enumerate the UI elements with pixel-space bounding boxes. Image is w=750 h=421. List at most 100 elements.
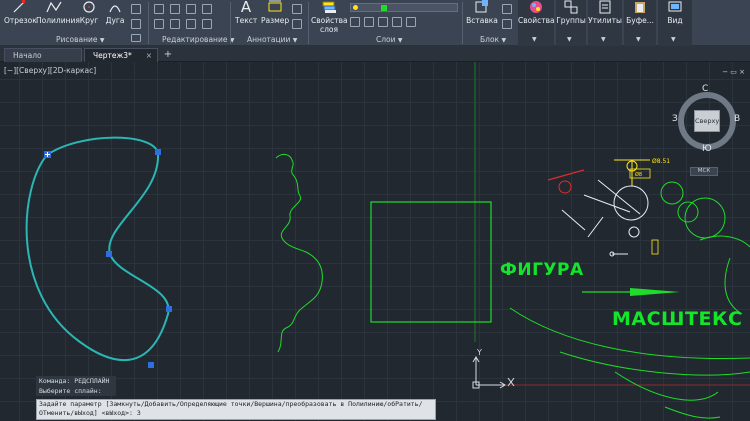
layer-color-icon <box>381 5 387 11</box>
viewcube-south[interactable]: Ю <box>702 144 712 154</box>
rectangle-icon[interactable] <box>131 4 141 14</box>
line-tool[interactable]: Отрезок <box>4 0 37 34</box>
viewcube-north[interactable]: С <box>702 84 708 94</box>
viewcube[interactable]: Сверху С Ю З В <box>672 84 742 156</box>
dimension-tool-label: Размер <box>261 16 290 25</box>
caret-down-icon: ▼ <box>501 37 507 44</box>
arc-tool[interactable]: Дуга <box>104 0 126 34</box>
layer-properties-label-2: слоя <box>319 25 339 34</box>
polyline-tool[interactable]: Полилиния <box>36 0 80 34</box>
utilities-tool[interactable]: Утилиты ▼ <box>588 0 622 46</box>
polyline-tool-label: Полилиния <box>36 16 80 25</box>
trim-icon[interactable] <box>186 4 196 14</box>
circle-icon <box>78 0 100 14</box>
polyline-icon <box>36 0 72 14</box>
grip-point[interactable] <box>166 306 172 312</box>
close-icon[interactable]: × <box>146 51 152 60</box>
insert-block-label: Вставка <box>466 16 498 25</box>
text-icon: A <box>240 0 252 16</box>
ucs-y-label: Y <box>476 348 482 357</box>
command-input[interactable]: Задайте параметр [Замкнуть/Добавить/Опре… <box>36 399 436 420</box>
tab-drawing3[interactable]: Чертеж3* × <box>84 48 158 62</box>
caret-down-icon: ▼ <box>636 36 641 43</box>
layer-properties-tool[interactable]: Свойства слоя <box>311 0 348 34</box>
layers-panel-title[interactable]: Слои ▼ <box>376 34 403 46</box>
tab-start[interactable]: Начало <box>4 48 82 62</box>
text-tool-label: Текст <box>235 16 258 25</box>
tab-start-label: Начало <box>13 51 42 60</box>
properties-tool[interactable]: Свойства ▼ <box>518 0 555 46</box>
calculator-icon <box>588 0 622 14</box>
dimension-label-small: Ø8 <box>635 171 642 178</box>
annotation-panel-title[interactable]: Аннотации ▼ <box>247 34 297 46</box>
layer-match-icon[interactable] <box>406 17 416 27</box>
line-icon <box>4 0 34 14</box>
layer-freeze-icon[interactable] <box>378 17 388 27</box>
fillet-icon[interactable] <box>186 19 196 29</box>
groups-tool-label: Группы <box>556 16 586 25</box>
caret-down-icon: ▼ <box>601 36 606 43</box>
block-panel-title[interactable]: Блок ▼ <box>480 34 506 46</box>
layer-properties-label-1: Свойства <box>311 16 348 25</box>
clipboard-icon <box>624 0 656 14</box>
insert-block-tool[interactable]: Вставка <box>466 0 498 34</box>
command-history-line: Выберите сплайн: <box>36 386 116 396</box>
grip-point[interactable] <box>148 362 154 368</box>
text-tool[interactable]: A Текст <box>235 0 257 34</box>
tab-drawing3-label: Чертеж3* <box>93 51 132 60</box>
utilities-tool-label: Утилиты <box>588 16 622 25</box>
drawing-geometry[interactable]: Ø8.51 Ø8 Y <box>0 62 750 421</box>
grip-point[interactable] <box>106 251 112 257</box>
rectangle-shape[interactable] <box>370 201 492 323</box>
view-tool-label: Вид <box>667 16 683 25</box>
command-prompt-line-1: Задайте параметр [Замкнуть/Добавить/Опре… <box>39 400 423 408</box>
copy-icon[interactable] <box>154 19 164 29</box>
properties-tool-label: Свойства <box>518 16 555 25</box>
grip-point[interactable] <box>155 149 161 155</box>
caret-down-icon: ▼ <box>397 37 403 44</box>
arc-icon <box>104 0 126 14</box>
clipboard-tool[interactable]: Буфе... ▼ <box>624 0 656 46</box>
circle-tool-label: Круг <box>79 16 99 25</box>
dimension-tool[interactable]: Размер <box>261 0 289 34</box>
groups-tool[interactable]: Группы ▼ <box>556 0 586 46</box>
lightbulb-icon <box>353 5 358 10</box>
layer-lock-icon[interactable] <box>392 17 402 27</box>
hatch-icon[interactable] <box>131 19 141 29</box>
table-icon[interactable] <box>292 4 302 14</box>
caret-down-icon: ▼ <box>671 36 676 43</box>
viewcube-west[interactable]: З <box>672 114 678 124</box>
draw-panel-title[interactable]: Рисование ▼ <box>56 34 105 46</box>
grip-plus-icon[interactable] <box>44 151 51 158</box>
circle-tool[interactable]: Круг <box>78 0 100 34</box>
mirror-icon[interactable] <box>170 19 180 29</box>
modify-panel-title[interactable]: Редактирование ▼ <box>162 34 234 46</box>
clipboard-tool-label: Буфе... <box>626 16 654 25</box>
freehand-curve[interactable] <box>275 153 323 353</box>
group-icon <box>556 0 586 14</box>
rotate-icon[interactable] <box>170 4 180 14</box>
viewcube-east[interactable]: В <box>734 114 740 124</box>
caret-down-icon: ▼ <box>532 36 537 43</box>
ucs-menu[interactable]: МСК <box>690 167 718 176</box>
command-prompt-line-2: ОТменить/вЫход] <вЫход>: З <box>39 409 141 417</box>
gradient-icon[interactable] <box>131 34 141 42</box>
viewcube-top-face[interactable]: Сверху <box>694 110 720 132</box>
layer-dropdown[interactable] <box>350 3 458 12</box>
move-icon[interactable] <box>154 4 164 14</box>
dimension-icon <box>261 0 289 14</box>
layer-iso-icon[interactable] <box>350 17 360 27</box>
create-block-icon[interactable] <box>502 4 512 14</box>
new-tab-button[interactable]: + <box>162 49 174 61</box>
edit-block-icon[interactable] <box>502 19 512 29</box>
extend-icon[interactable] <box>202 4 212 14</box>
leader-icon[interactable] <box>292 19 302 29</box>
spline-grips[interactable] <box>44 149 172 368</box>
explode-icon[interactable] <box>202 19 212 29</box>
layer-stack-icon <box>311 0 347 14</box>
selected-spline[interactable] <box>25 136 170 362</box>
view-tool[interactable]: Вид ▼ <box>658 0 692 46</box>
layer-off-icon[interactable] <box>364 17 374 27</box>
arc-tool-label: Дуга <box>105 16 125 25</box>
caret-down-icon: ▼ <box>99 37 105 44</box>
